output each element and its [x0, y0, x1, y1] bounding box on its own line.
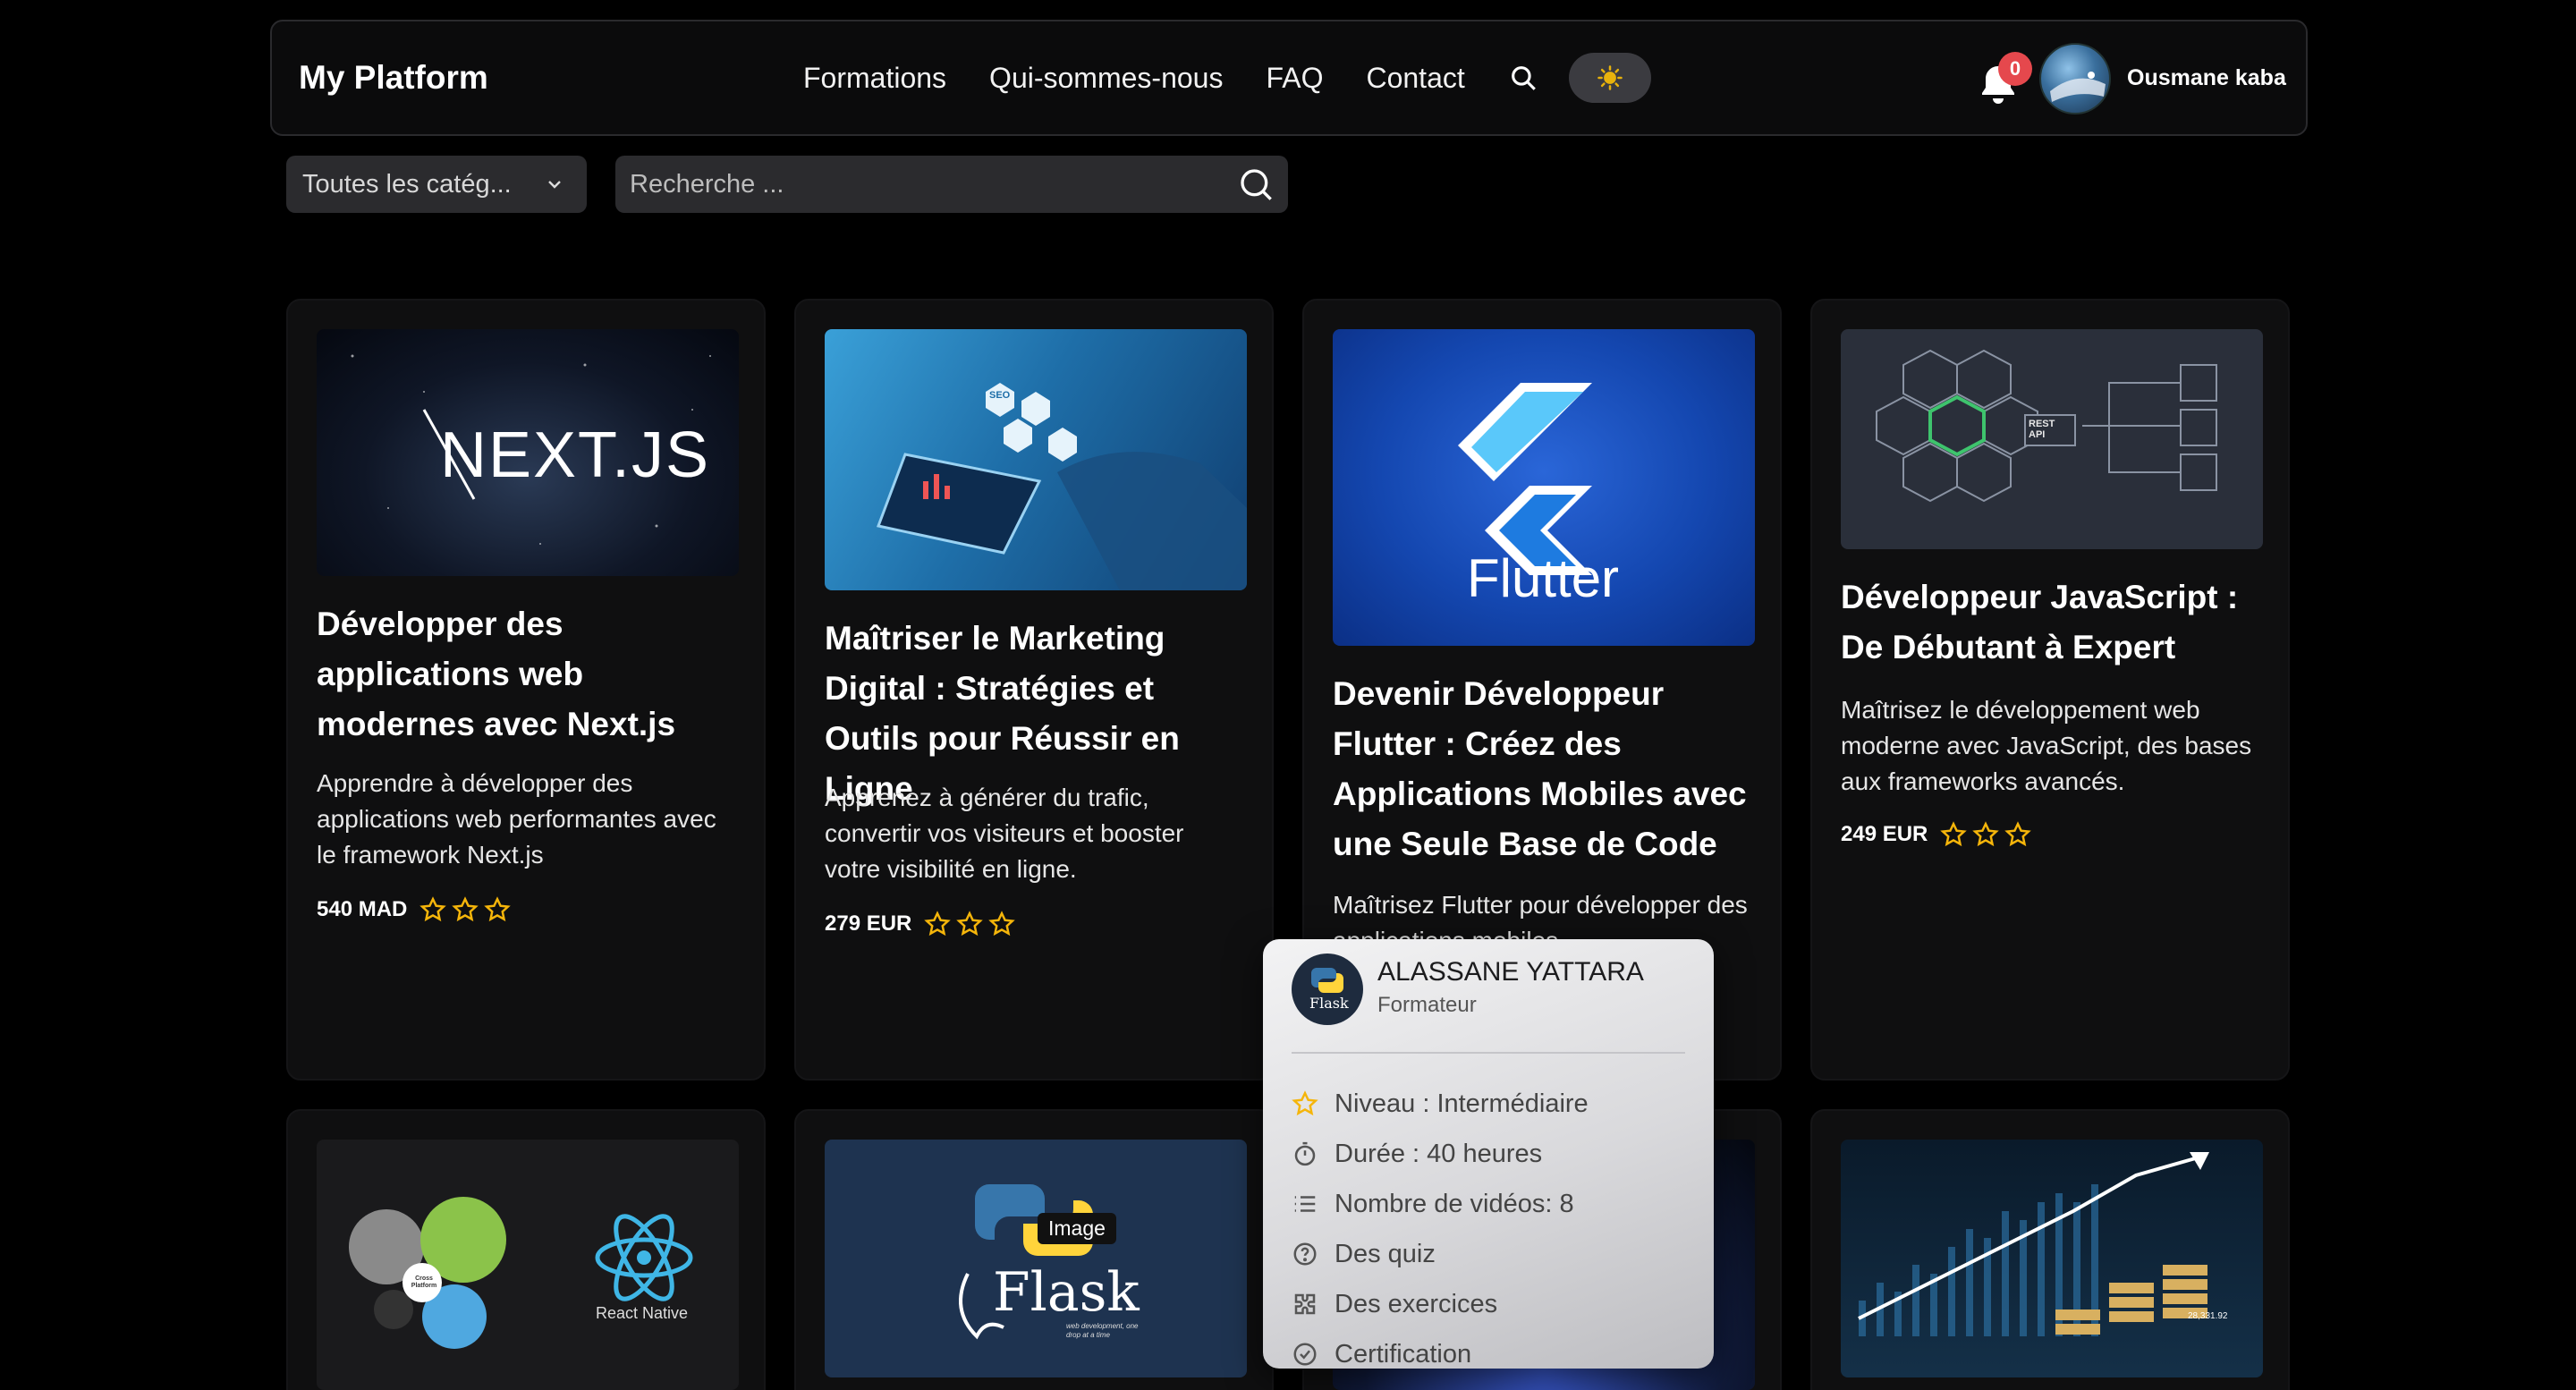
instructor-role: Formateur: [1377, 993, 1477, 1017]
chevron-down-icon: [548, 181, 561, 189]
star-icon: [484, 896, 512, 922]
notification-button[interactable]: 0: [1977, 52, 2032, 109]
instructor-name: ALASSANE YATTARA: [1377, 957, 1644, 987]
course-card[interactable]: 28,331.92: [1810, 1109, 2290, 1390]
course-description: Maîtrisez le développement web moderne a…: [1841, 696, 2252, 795]
list-icon: [1294, 1196, 1316, 1212]
instructor-avatar-label: Flask: [1309, 995, 1349, 1012]
course-certification: Certification: [1292, 1336, 1471, 1372]
course-thumbnail-nextjs[interactable]: NEXT.JS: [317, 329, 739, 576]
course-quiz: Des quiz: [1292, 1236, 1436, 1272]
search-box: [615, 156, 1288, 213]
course-price: 540 MAD: [317, 897, 408, 921]
nav-links: Formations Qui-sommes-nous FAQ Contact: [803, 21, 1651, 134]
course-card[interactable]: SEO Maîtriser le Marketing Digital : Str…: [794, 299, 1274, 1081]
course-thumbnail-flutter[interactable]: Flutter: [1333, 329, 1755, 646]
course-duration-text: Durée : 40 heures: [1335, 1139, 1543, 1168]
course-certification-text: Certification: [1335, 1339, 1472, 1369]
course-video-count: Nombre de vidéos: 8: [1292, 1186, 1574, 1222]
brand-logo[interactable]: My Platform: [299, 21, 488, 134]
nav-link-contact[interactable]: Contact: [1366, 62, 1464, 95]
course-thumbnail-finance[interactable]: 28,331.92: [1841, 1140, 2263, 1377]
search-input[interactable]: [630, 156, 1202, 213]
course-exercises-text: Des exercices: [1335, 1289, 1498, 1318]
instructor-popover: Flask ALASSANE YATTARA Formateur Niveau …: [1263, 939, 1714, 1369]
star-icon: [452, 896, 479, 922]
react-native-label: React Native: [596, 1304, 689, 1322]
course-thumbnail-flask[interactable]: Flask web development, one drop at a tim…: [825, 1140, 1247, 1377]
course-video-count-text: Nombre de vidéos: 8: [1335, 1189, 1574, 1218]
stopwatch-icon: [1294, 1141, 1316, 1166]
notification-badge: 0: [1998, 52, 2032, 86]
theme-toggle[interactable]: [1568, 53, 1651, 103]
nav-link-faq[interactable]: FAQ: [1266, 62, 1323, 95]
question-icon: [1293, 1242, 1317, 1266]
flask-tagline: web development, one drop at a time: [1066, 1322, 1139, 1339]
search-icon[interactable]: [1238, 166, 1274, 202]
search-icon[interactable]: [1508, 63, 1538, 93]
price-rating-row: 279 EUR: [825, 911, 1021, 937]
course-card[interactable]: NEXT.JS Développer des applications web …: [286, 299, 766, 1081]
star-icon: [1940, 821, 1968, 847]
course-title[interactable]: Développer des applications web modernes…: [317, 599, 746, 750]
course-description: Apprenez à générer du trafic, convertir …: [825, 784, 1184, 883]
course-price: 249 EUR: [1841, 822, 1928, 846]
flutter-logo-text: Flutter: [1467, 548, 1620, 608]
course-thumbnail-react-native[interactable]: Cross Platform React Native: [317, 1140, 739, 1390]
course-card[interactable]: Cross Platform React Native: [286, 1109, 766, 1390]
rest-api-label: REST API: [2029, 419, 2055, 440]
star-icon: [956, 911, 984, 937]
navbar: My Platform Formations Qui-sommes-nous F…: [270, 20, 2308, 136]
cross-platform-label: Cross Platform: [411, 1276, 437, 1289]
finance-value-label: 28,331.92: [2188, 1311, 2228, 1321]
instructor-avatar: Flask: [1292, 954, 1363, 1025]
course-thumbnail-javascript[interactable]: REST API: [1841, 329, 2263, 549]
check-circle-icon: [1293, 1343, 1317, 1366]
course-level-text: Niveau : Intermédiaire: [1335, 1089, 1589, 1118]
course-exercises: Des exercices: [1292, 1286, 1497, 1322]
sun-icon: [1597, 65, 1623, 90]
price-rating-row: 540 MAD: [317, 896, 516, 923]
course-duration: Durée : 40 heures: [1292, 1136, 1542, 1172]
flask-logo-text: Flask: [993, 1261, 1140, 1324]
category-select[interactable]: Toutes les catég...: [286, 156, 587, 213]
course-description: Apprendre à développer des applications …: [317, 769, 716, 869]
course-price: 279 EUR: [825, 911, 912, 936]
nav-link-formations[interactable]: Formations: [803, 62, 946, 95]
popover-divider: [1292, 1052, 1685, 1054]
course-title[interactable]: Devenir Développeur Flutter : Créez des …: [1333, 669, 1762, 869]
course-level: Niveau : Intermédiaire: [1292, 1086, 1589, 1122]
user-avatar[interactable]: [2039, 43, 2111, 114]
image-tooltip: Image: [1038, 1213, 1116, 1244]
star-icon: [1292, 1090, 1318, 1116]
course-card[interactable]: Flask web development, one drop at a tim…: [794, 1109, 1274, 1390]
rating-stars: [924, 911, 1021, 937]
star-icon: [988, 911, 1016, 937]
star-icon: [924, 911, 952, 937]
course-title[interactable]: Développeur JavaScript : De Débutant à E…: [1841, 572, 2270, 673]
nav-link-qui-sommes-nous[interactable]: Qui-sommes-nous: [989, 62, 1223, 95]
rating-stars: [1940, 821, 2037, 848]
star-icon: [1972, 821, 2000, 847]
price-rating-row: 249 EUR: [1841, 821, 2037, 848]
star-icon: [2004, 821, 2032, 847]
nextjs-logo: NEXT.JS: [440, 420, 711, 491]
puzzle-icon: [1294, 1293, 1316, 1315]
category-select-value: Toutes les catég...: [302, 169, 512, 199]
seo-label: SEO: [989, 390, 1011, 401]
course-quiz-text: Des quiz: [1335, 1239, 1436, 1268]
star-icon: [419, 896, 447, 922]
course-card[interactable]: REST API Développeur JavaScript : De Déb…: [1810, 299, 2290, 1081]
rating-stars: [419, 896, 516, 923]
course-thumbnail-marketing[interactable]: SEO: [825, 329, 1247, 590]
user-name[interactable]: Ousmane kaba: [2127, 21, 2286, 134]
